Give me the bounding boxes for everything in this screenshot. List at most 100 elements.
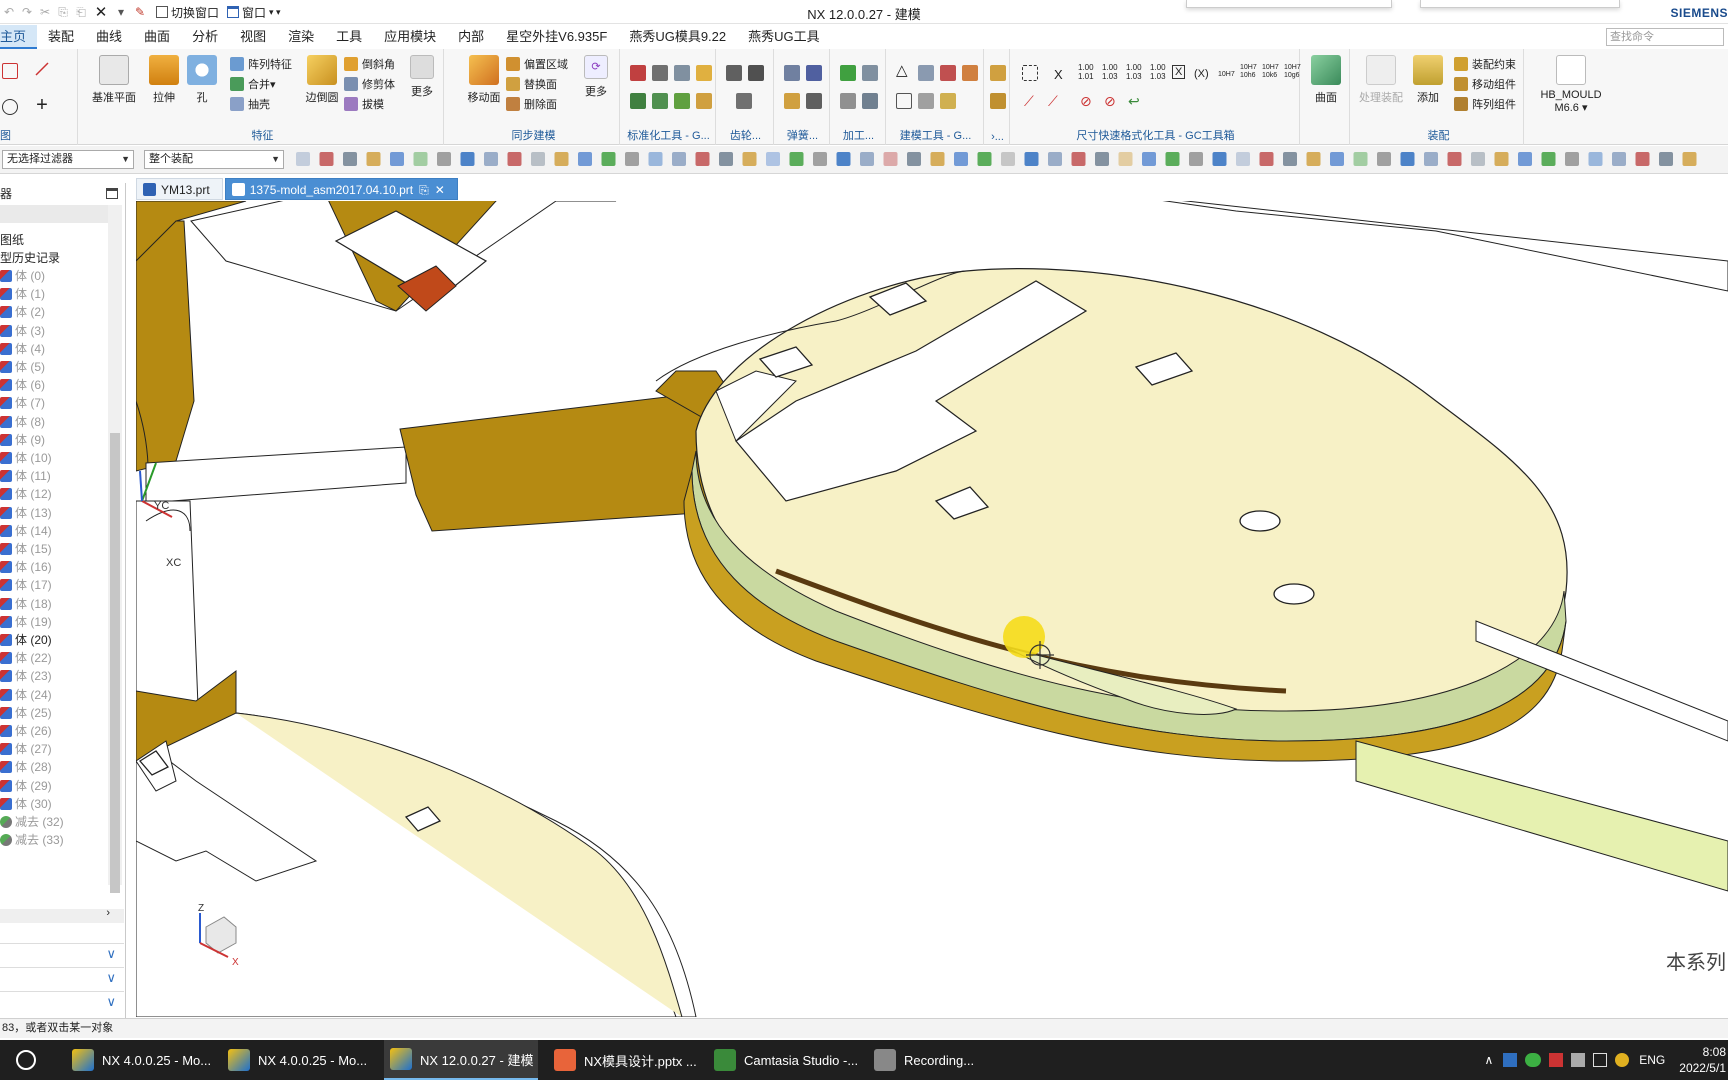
panel-dependencies[interactable]: ∨ bbox=[0, 967, 124, 989]
tolerance-button[interactable]: 1.00 1.03 bbox=[1126, 63, 1142, 81]
dim-x-button[interactable]: X bbox=[1054, 65, 1063, 83]
selection-tool-icon[interactable] bbox=[1377, 152, 1391, 166]
nav-item-body[interactable]: 体 (20) bbox=[0, 631, 110, 649]
unite-button[interactable]: 合并 ▾ bbox=[230, 75, 276, 93]
tray-app-icon[interactable] bbox=[1571, 1053, 1586, 1067]
network-icon[interactable] bbox=[1593, 1053, 1608, 1067]
selection-tool-icon[interactable] bbox=[1518, 152, 1532, 166]
spring-icon[interactable] bbox=[784, 65, 800, 81]
spring-icon[interactable] bbox=[806, 65, 822, 81]
wechat-icon[interactable] bbox=[1525, 1053, 1542, 1067]
box-x-button[interactable]: X bbox=[1172, 65, 1186, 79]
std-tool-icon[interactable] bbox=[652, 93, 668, 109]
tab-yanxiu-mold[interactable]: 燕秀UG模具9.22 bbox=[618, 25, 737, 49]
search-icon[interactable] bbox=[16, 1050, 36, 1070]
language-indicator[interactable]: ENG bbox=[1639, 1053, 1665, 1067]
tab-analysis[interactable]: 分析 bbox=[181, 25, 229, 49]
selection-tool-icon[interactable] bbox=[954, 152, 968, 166]
nav-item-body[interactable]: 体 (7) bbox=[0, 394, 110, 412]
selection-tool-icon[interactable] bbox=[484, 152, 498, 166]
feature-more-button[interactable]: 更多 bbox=[402, 55, 442, 99]
paren-x-button[interactable]: (X) bbox=[1194, 65, 1209, 83]
selection-tool-icon[interactable] bbox=[1330, 152, 1344, 166]
selection-tool-icon[interactable] bbox=[531, 152, 545, 166]
draft-button[interactable]: 拔模 bbox=[344, 95, 384, 113]
tab-render[interactable]: 渲染 bbox=[277, 25, 325, 49]
selection-tool-icon[interactable] bbox=[1494, 152, 1509, 166]
spring-icon[interactable] bbox=[806, 93, 822, 109]
nav-item-body[interactable]: 体 (17) bbox=[0, 576, 110, 594]
close-icon[interactable]: ✕ bbox=[435, 183, 445, 197]
process-assembly-button[interactable]: 处理装配 bbox=[1354, 55, 1408, 105]
std-tool-icon[interactable] bbox=[674, 65, 690, 81]
datum-plane-button[interactable]: 基准平面 bbox=[88, 55, 140, 105]
selection-tool-icon[interactable] bbox=[437, 152, 451, 166]
selection-tool-icon[interactable] bbox=[554, 152, 569, 166]
std-tool-icon[interactable] bbox=[696, 65, 712, 81]
misc-icon[interactable] bbox=[990, 93, 1006, 109]
nav-item-body[interactable]: 体 (9) bbox=[0, 431, 110, 449]
selection-tool-icon[interactable] bbox=[672, 152, 686, 166]
selection-tool-icon[interactable] bbox=[625, 152, 639, 166]
selection-tool-icon[interactable] bbox=[1635, 152, 1650, 166]
selection-tool-icon[interactable] bbox=[789, 152, 804, 166]
nav-item-body[interactable]: 体 (5) bbox=[0, 358, 110, 376]
nav-item-model-history[interactable]: 型历史记录 bbox=[0, 249, 110, 267]
hole-button[interactable]: 孔 bbox=[176, 55, 228, 105]
nav-item-body[interactable]: 减去 (33) bbox=[0, 831, 110, 849]
modeling-tool-icon[interactable] bbox=[918, 93, 934, 109]
machining-icon[interactable] bbox=[862, 93, 878, 109]
selection-tool-icon[interactable] bbox=[860, 152, 874, 166]
add-component-button[interactable]: 添加 bbox=[1408, 55, 1448, 105]
modeling-tool-icon[interactable] bbox=[962, 65, 978, 81]
tray-app-icon[interactable] bbox=[1503, 1053, 1518, 1067]
pattern-feature-button[interactable]: 阵列特征 bbox=[230, 55, 292, 73]
taskbar-item-nx12[interactable]: NX 12.0.0.27 - 建模 bbox=[384, 1040, 538, 1080]
selection-tool-icon[interactable] bbox=[1588, 152, 1603, 166]
std-tool-icon[interactable] bbox=[696, 93, 712, 109]
taskbar-item-recording[interactable]: Recording... bbox=[868, 1040, 1018, 1080]
selection-tool-icon[interactable] bbox=[1095, 152, 1109, 166]
selection-tool-icon[interactable] bbox=[1541, 152, 1556, 166]
misc-icon[interactable] bbox=[990, 65, 1006, 81]
std-tool-icon[interactable] bbox=[630, 93, 646, 109]
selection-tool-icon[interactable] bbox=[1400, 152, 1415, 166]
chamfer-button[interactable]: 倒斜角 bbox=[344, 55, 395, 73]
selection-tool-icon[interactable] bbox=[601, 152, 616, 166]
nav-item-body[interactable]: 体 (26) bbox=[0, 722, 110, 740]
selection-tool-icon[interactable] bbox=[366, 152, 381, 166]
mold-model-view[interactable]: YC XC Z X 本系列 bbox=[136, 201, 1728, 1017]
shell-button[interactable]: 抽壳 bbox=[230, 95, 270, 113]
assembly-constraint-button[interactable]: 装配约束 bbox=[1454, 55, 1516, 73]
selection-tool-icon[interactable] bbox=[977, 152, 992, 166]
chevron-up-icon[interactable]: ∧ bbox=[1484, 1053, 1493, 1067]
selection-tool-icon[interactable] bbox=[413, 152, 428, 166]
tab-assembly[interactable]: 装配 bbox=[37, 25, 85, 49]
selection-tool-icon[interactable] bbox=[1001, 152, 1015, 166]
selection-tool-icon[interactable] bbox=[813, 152, 827, 166]
hb-mould-button[interactable]: HB_MOULD M6.6 ▾ bbox=[1536, 55, 1606, 114]
selection-tool-icon[interactable] bbox=[1306, 152, 1321, 166]
selection-tool-icon[interactable] bbox=[883, 152, 898, 166]
selection-tool-icon[interactable] bbox=[766, 152, 780, 166]
selection-tool-icon[interactable] bbox=[1048, 152, 1062, 166]
selection-tool-icon[interactable] bbox=[1612, 152, 1626, 166]
selection-tool-icon[interactable] bbox=[1259, 152, 1274, 166]
fit-button[interactable]: 10H7 bbox=[1218, 65, 1235, 83]
circle-icon[interactable] bbox=[2, 99, 18, 115]
selection-tool-icon[interactable] bbox=[1471, 152, 1485, 166]
selection-tool-icon[interactable] bbox=[1165, 152, 1180, 166]
selection-tool-icon[interactable] bbox=[1447, 152, 1462, 166]
nav-item-body[interactable]: 体 (28) bbox=[0, 758, 110, 776]
selection-tool-icon[interactable] bbox=[1118, 152, 1133, 166]
selection-tool-icon[interactable] bbox=[319, 152, 334, 166]
selection-icon-strip[interactable] bbox=[292, 146, 1722, 174]
navigator-scroll-thumb[interactable] bbox=[110, 433, 120, 893]
nav-item-body[interactable]: 体 (0) bbox=[0, 267, 110, 285]
selection-tool-icon[interactable] bbox=[1565, 152, 1579, 166]
panel-preview[interactable]: ∨ bbox=[0, 991, 124, 1013]
nav-item-body[interactable]: 体 (4) bbox=[0, 340, 110, 358]
offset-region-button[interactable]: 偏置区域 bbox=[506, 55, 568, 73]
taskbar-item-nx4-a[interactable]: NX 4.0.0.25 - Mo... bbox=[66, 1040, 212, 1080]
selection-tool-icon[interactable] bbox=[907, 152, 921, 166]
